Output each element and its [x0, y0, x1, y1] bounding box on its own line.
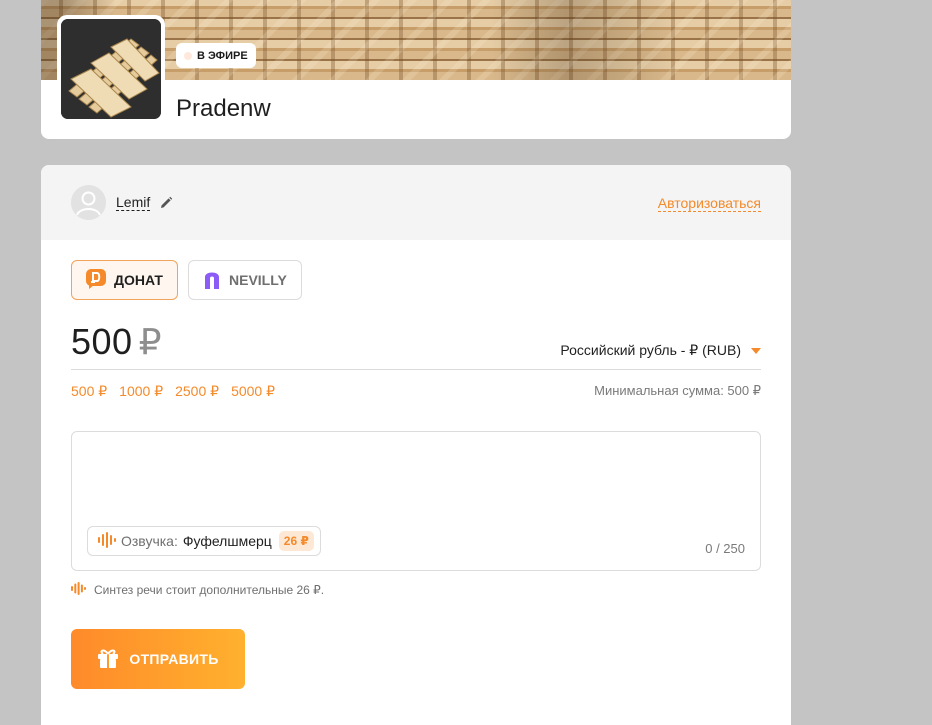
live-badge-label: В ЭФИРЕ: [197, 49, 248, 62]
live-badge: В ЭФИРЕ: [176, 43, 256, 68]
amount-input[interactable]: 500 ₽: [71, 321, 162, 363]
synth-note: Синтез речи стоит дополнительные 26 ₽.: [71, 582, 324, 598]
amount-presets: 500 ₽ 1000 ₽ 2500 ₽ 5000 ₽: [71, 383, 275, 400]
currency-select[interactable]: Российский рубль - ₽ (RUB): [560, 342, 761, 359]
username[interactable]: Lemif: [116, 194, 151, 211]
gift-icon: [97, 647, 119, 672]
soundwave-icon: [98, 531, 116, 551]
voice-price-badge: 26 ₽: [278, 531, 314, 551]
user-avatar-icon: [71, 185, 106, 220]
preset-amount[interactable]: 5000 ₽: [231, 383, 275, 400]
voice-selector[interactable]: Озвучка: Фуфелшмерц 26 ₽: [87, 526, 321, 556]
channel-avatar: [57, 15, 165, 123]
pencil-icon[interactable]: [159, 196, 173, 210]
char-counter: 0 / 250: [705, 541, 745, 556]
tab-nevilly[interactable]: NEVILLY: [188, 260, 302, 300]
soundwave-icon: [71, 582, 86, 598]
tab-donat-label: ДОНАТ: [114, 272, 163, 288]
send-button[interactable]: ОТПРАВИТЬ: [71, 629, 245, 689]
amount-currency: ₽: [138, 321, 162, 362]
profile-card: В ЭФИРЕ Pradenw: [41, 0, 791, 139]
currency-select-label: Российский рубль - ₽ (RUB): [560, 342, 741, 358]
send-button-label: ОТПРАВИТЬ: [129, 651, 219, 667]
voice-name: Фуфелшмерц: [182, 533, 272, 549]
live-dot-icon: [184, 51, 192, 60]
amount-value: 500: [71, 321, 133, 362]
synth-note-text: Синтез речи стоит дополнительные 26 ₽.: [94, 583, 325, 597]
voice-label: Озвучка:: [121, 533, 178, 549]
user-bar: Lemif Авторизоваться: [41, 165, 791, 240]
login-link[interactable]: Авторизоваться: [657, 195, 761, 212]
tab-donat[interactable]: ДОНАТ: [71, 260, 178, 300]
nevilly-logo-icon: [203, 269, 221, 292]
amount-underline: [71, 369, 761, 370]
channel-name: Pradenw: [176, 95, 271, 122]
caret-down-icon: [751, 347, 761, 354]
tab-nevilly-label: NEVILLY: [229, 272, 287, 288]
preset-amount[interactable]: 2500 ₽: [175, 383, 219, 400]
donate-card: Lemif Авторизоваться ДОНАТ NEVILLY 500 ₽…: [41, 165, 791, 725]
min-sum-text: Минимальная сумма: 500 ₽: [594, 383, 761, 398]
preset-amount[interactable]: 500 ₽: [71, 383, 107, 400]
pallet-avatar-image: [61, 19, 161, 119]
preset-amount[interactable]: 1000 ₽: [119, 383, 163, 400]
donat-logo-icon: [86, 268, 106, 292]
message-textarea[interactable]: Озвучка: Фуфелшмерц 26 ₽ 0 / 250: [71, 431, 761, 571]
